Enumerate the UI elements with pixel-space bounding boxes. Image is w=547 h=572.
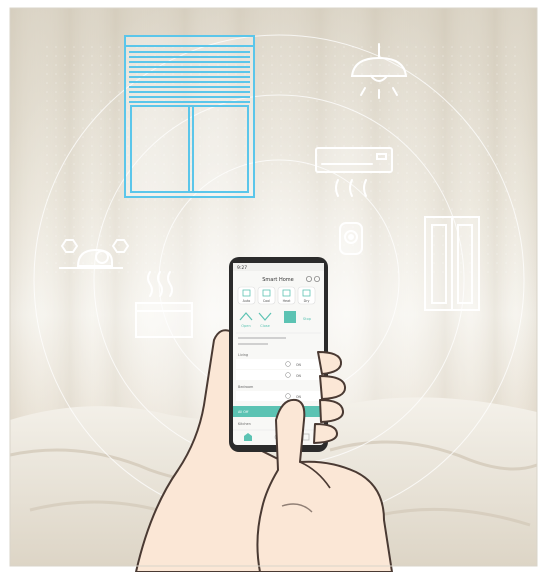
app-title: Smart Home — [262, 277, 293, 283]
svg-text:Open: Open — [241, 324, 251, 328]
wardrobe-icon — [424, 216, 480, 311]
window-shutter-icon — [124, 35, 255, 198]
smart-camera-icon — [339, 222, 363, 255]
section-label-bedroom: Bedroom — [238, 385, 254, 389]
section-label-kitchen: Kitchen — [238, 422, 251, 426]
svg-text:Cool: Cool — [263, 299, 270, 303]
illustration: 9:27 Smart Home Auto Cool Heat Dry Open … — [9, 7, 538, 572]
svg-text:Dry: Dry — [304, 299, 310, 303]
status-time: 9:27 — [237, 265, 247, 271]
list-item[interactable] — [236, 391, 321, 401]
svg-text:ON: ON — [296, 374, 302, 378]
list-item[interactable] — [236, 370, 321, 380]
svg-text:Stop: Stop — [303, 317, 312, 321]
scene-canvas: 9:27 Smart Home Auto Cool Heat Dry Open … — [0, 0, 547, 572]
svg-text:ON: ON — [296, 363, 302, 367]
section-label-living: Living — [238, 353, 248, 357]
stop-shutter-button[interactable] — [284, 311, 296, 323]
svg-text:Close: Close — [260, 324, 271, 328]
svg-text:Auto: Auto — [243, 299, 251, 303]
svg-text:All Off: All Off — [238, 410, 249, 414]
list-item[interactable] — [236, 359, 321, 369]
svg-text:Heat: Heat — [283, 299, 292, 303]
svg-text:ON: ON — [296, 395, 302, 399]
